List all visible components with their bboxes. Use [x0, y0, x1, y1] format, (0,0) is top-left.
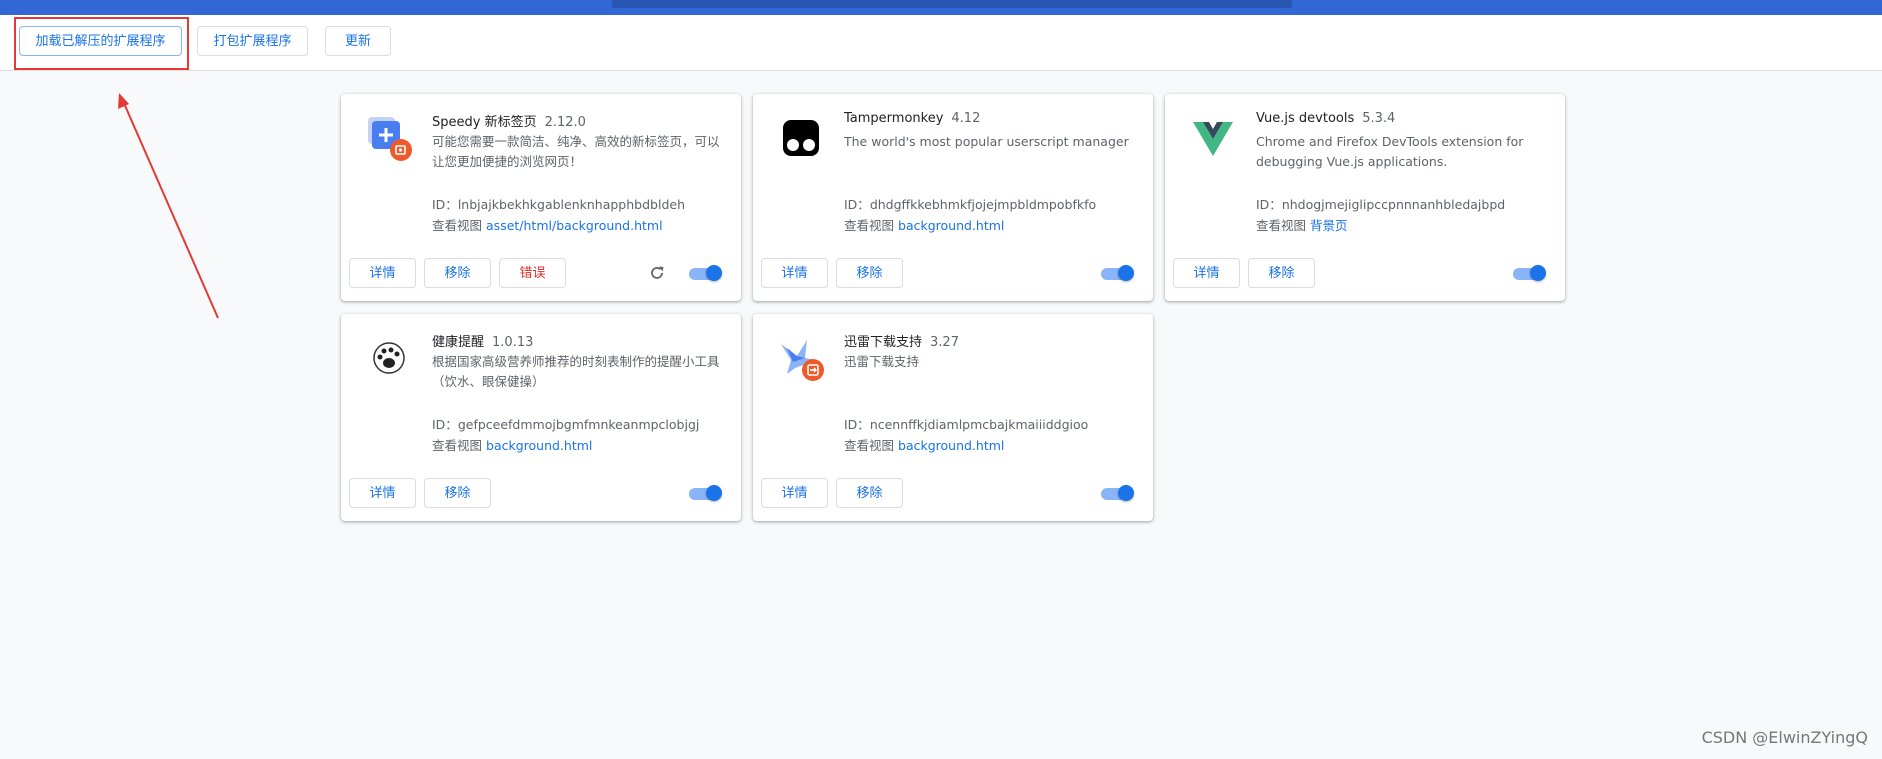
extension-id: ID：nhdogjmejiglipccpnnnanhbledajbpd — [1256, 197, 1506, 212]
extension-name: Tampermonkey — [844, 111, 944, 126]
remove-button[interactable]: 移除 — [836, 478, 903, 508]
thunder-icon — [777, 334, 825, 382]
extension-description: The world's most popular userscript mana… — [844, 134, 1129, 149]
vue-icon — [1189, 114, 1237, 162]
details-button[interactable]: 详情 — [761, 478, 828, 508]
details-button[interactable]: 详情 — [349, 478, 416, 508]
remove-button[interactable]: 移除 — [836, 258, 903, 288]
extension-description: 可能您需要一款简洁、纯净、高效的新标签页，可以让您更加便捷的浏览网页！ — [432, 134, 720, 169]
tampermonkey-icon — [777, 114, 825, 162]
pack-extension-button[interactable]: 打包扩展程序 — [197, 26, 308, 56]
extension-name: Vue.js devtools — [1256, 111, 1355, 126]
details-button[interactable]: 详情 — [761, 258, 828, 288]
extension-id: ID：ncennffkjdiamlpmcbajkmaiiiddgioo — [844, 417, 1089, 432]
extension-description: Chrome and Firefox DevTools extension fo… — [1256, 134, 1524, 169]
inspect-view-link[interactable]: 背景页 — [1310, 218, 1348, 233]
inspect-views: 查看视图 background.html — [432, 438, 593, 453]
update-button[interactable]: 更新 — [325, 26, 391, 56]
inspect-view-link[interactable]: asset/html/background.html — [486, 218, 663, 233]
speedy-icon — [365, 114, 413, 162]
paw-icon — [365, 334, 413, 382]
extension-name: Speedy 新标签页 — [432, 115, 537, 130]
extension-version: 2.12.0 — [544, 115, 586, 130]
extension-description: 根据国家高级营养师推荐的时刻表制作的提醒小工具（饮水、眼保健操） — [432, 354, 720, 389]
inspect-views: 查看视图 asset/html/background.html — [432, 218, 663, 233]
inspect-view-link[interactable]: background.html — [898, 218, 1004, 233]
errors-button[interactable]: 错误 — [499, 258, 566, 288]
enable-toggle[interactable] — [689, 265, 723, 281]
remove-button[interactable]: 移除 — [424, 478, 491, 508]
extension-name: 健康提醒 — [432, 335, 485, 350]
reload-icon[interactable] — [649, 265, 665, 281]
enable-toggle[interactable] — [689, 485, 723, 501]
remove-button[interactable]: 移除 — [1248, 258, 1315, 288]
enable-toggle[interactable] — [1513, 265, 1547, 281]
extensions-toolbar: 加载已解压的扩展程序 打包扩展程序 更新 — [0, 15, 1882, 71]
details-button[interactable]: 详情 — [349, 258, 416, 288]
inspect-views: 查看视图 background.html — [844, 218, 1005, 233]
extension-description: 迅雷下载支持 — [844, 354, 920, 369]
extension-card-vue-devtools: Vue.js devtools 5.3.4 Chrome and Firefox … — [1165, 94, 1565, 301]
extension-version: 4.12 — [951, 111, 981, 126]
extension-version: 5.3.4 — [1362, 111, 1396, 126]
extension-card-tampermonkey: Tampermonkey 4.12 The world's most popula… — [753, 94, 1153, 301]
inspect-views: 查看视图 背景页 — [1256, 218, 1348, 233]
details-button[interactable]: 详情 — [1173, 258, 1240, 288]
extension-card-thunder: 迅雷下载支持 3.27 迅雷下载支持 ID：ncennffkjdiamlpmcba… — [753, 314, 1153, 521]
inspect-view-link[interactable]: background.html — [898, 438, 1004, 453]
remove-button[interactable]: 移除 — [424, 258, 491, 288]
enable-toggle[interactable] — [1101, 265, 1135, 281]
address-bar[interactable] — [612, 0, 1292, 8]
inspect-view-link[interactable]: background.html — [486, 438, 592, 453]
inspect-views: 查看视图 background.html — [844, 438, 1005, 453]
extension-version: 1.0.13 — [492, 335, 534, 350]
extension-name: 迅雷下载支持 — [844, 335, 923, 350]
extension-id: ID：dhdgffkkebhmkfjojejmpbldmpobfkfo — [844, 197, 1097, 212]
extension-id: ID：lnbjajkbekhkgablenknhapphbdbldeh — [432, 197, 685, 212]
extension-card-speedy: Speedy 新标签页 2.12.0 可能您需要一款简洁、纯净、高效的新标签页，可… — [341, 94, 741, 301]
browser-top-bar — [0, 0, 1882, 15]
watermark: CSDN @ElwinZYingQ — [1701, 728, 1868, 747]
annotation-highlight-box — [14, 17, 189, 70]
extension-version: 3.27 — [930, 335, 959, 350]
enable-toggle[interactable] — [1101, 485, 1135, 501]
extension-card-health-reminder: 健康提醒 1.0.13 根据国家高级营养师推荐的时刻表制作的提醒小工具（饮水、眼保… — [341, 314, 741, 521]
extension-id: ID：gefpceefdmmojbgmfmnkeanmpclobjgj — [432, 417, 700, 432]
